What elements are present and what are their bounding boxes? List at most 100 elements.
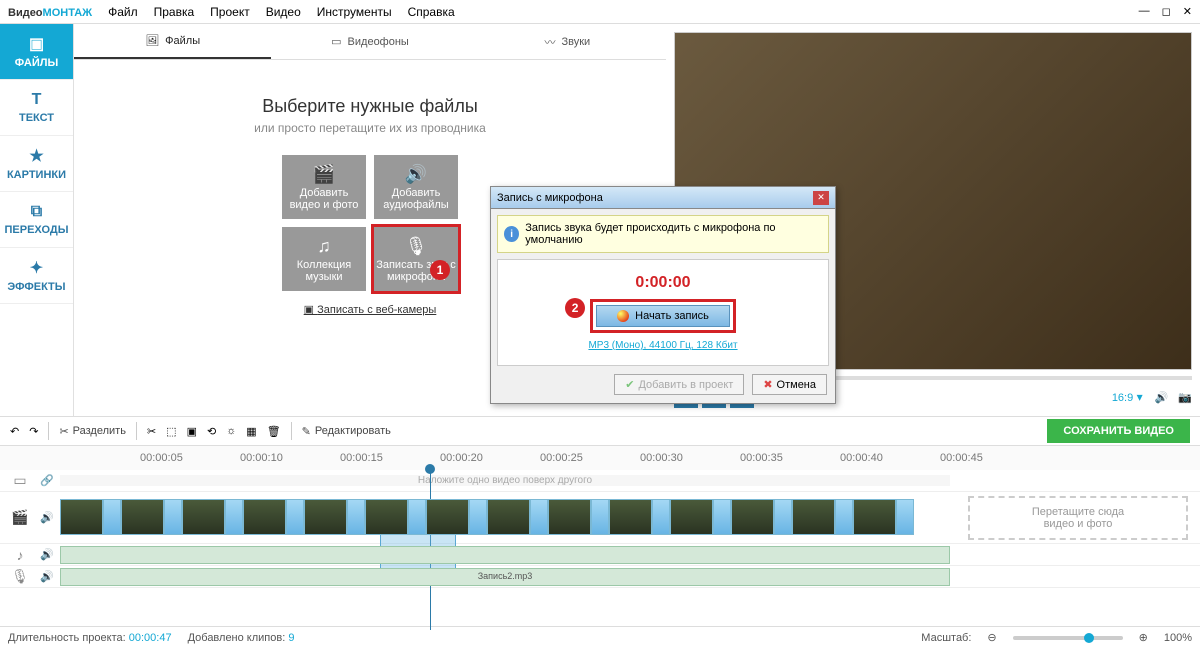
clip[interactable]: 2,0 — [60, 499, 103, 535]
timeline-ruler[interactable]: 00:00:05 00:00:10 00:00:15 00:00:20 00:0… — [0, 446, 1200, 470]
trash-icon[interactable]: 🗑 — [267, 425, 281, 438]
star-icon: ★ — [29, 146, 43, 166]
transition[interactable] — [835, 499, 853, 535]
split-button[interactable]: ✂Разделить — [59, 425, 126, 438]
overlay-drop-hint[interactable]: Наложите одно видео поверх другого — [60, 475, 950, 486]
menu-tools[interactable]: Инструменты — [317, 5, 392, 19]
clip[interactable]: 2,0 — [670, 499, 713, 535]
video-clips-track[interactable]: 2,0 2,0 2,0 2,0 2,0 2,0 2,0 2,0 2,0 2,0 … — [60, 499, 968, 537]
close-icon[interactable]: ✕ — [1183, 5, 1192, 18]
transition[interactable] — [530, 499, 548, 535]
video-drop-zone[interactable]: Перетащите сюдавидео и фото — [968, 496, 1188, 540]
record-mic-dialog: Запись с микрофона ✕ i Запись звука будет … — [490, 186, 836, 404]
clip[interactable]: 2,0 — [243, 499, 286, 535]
transition[interactable] — [164, 499, 182, 535]
menu-help[interactable]: Справка — [408, 5, 455, 19]
zoom-in-button[interactable]: ⊕ — [1139, 631, 1148, 644]
add-video-photo-tile[interactable]: 🎬Добавить видео и фото — [282, 155, 366, 219]
transition[interactable] — [408, 499, 426, 535]
clip[interactable]: 2,0 — [426, 499, 469, 535]
audio-clip[interactable] — [60, 546, 950, 564]
zoom-out-button[interactable]: ⊖ — [987, 631, 996, 644]
zoom-slider[interactable] — [1013, 636, 1123, 640]
step-badge-2: 2 — [565, 298, 585, 318]
choose-files-sub: или просто перетащите их из проводника — [254, 121, 486, 135]
clip[interactable]: 2,0 — [121, 499, 164, 535]
dialog-title: Запись с микрофона — [497, 192, 603, 204]
tab-sounds[interactable]: 〰Звуки — [469, 24, 666, 59]
wave-icon: 〰 — [544, 34, 555, 50]
rotate-icon[interactable]: ⟲ — [207, 425, 216, 438]
transition[interactable] — [347, 499, 365, 535]
clip[interactable]: 2,0 — [792, 499, 835, 535]
sidebar-effects[interactable]: ✦ЭФФЕКТЫ — [0, 248, 73, 304]
transition[interactable] — [225, 499, 243, 535]
clip[interactable]: 2,0 — [487, 499, 530, 535]
volume-icon[interactable]: 🔊 — [1155, 391, 1169, 404]
audio-track-icon: ♪ — [0, 547, 40, 563]
speaker-icon[interactable]: 🔊 — [40, 548, 60, 561]
overlay-track-icon: ▭ — [0, 472, 40, 489]
mic-clip[interactable]: Запись2.mp3 — [60, 568, 950, 586]
start-record-button[interactable]: Начать запись — [596, 305, 730, 327]
record-timer: 0:00:00 — [635, 274, 690, 292]
redo-icon[interactable]: ↷ — [29, 425, 38, 438]
clip[interactable]: 2,0 — [182, 499, 225, 535]
transition[interactable] — [286, 499, 304, 535]
crop-icon[interactable]: ⬚ — [166, 425, 176, 438]
tab-files[interactable]: 🖼Файлы — [74, 24, 271, 59]
undo-icon[interactable]: ↶ — [10, 425, 19, 438]
sidebar-files[interactable]: ▣ФАЙЛЫ — [0, 24, 73, 80]
cut-icon[interactable]: ✂ — [147, 425, 156, 438]
brightness-icon[interactable]: ☼ — [226, 425, 236, 437]
record-mic-tile[interactable]: 🎙Записать звук с микрофона — [374, 227, 458, 291]
music-collection-tile[interactable]: ♫Коллекция музыки — [282, 227, 366, 291]
dialog-info-text: Запись звука будет происходить с микрофо… — [525, 222, 822, 246]
transition[interactable] — [896, 499, 914, 535]
edit-button[interactable]: ✎Редактировать — [302, 425, 391, 438]
minimize-icon[interactable]: — — [1139, 5, 1150, 18]
speaker-icon[interactable]: 🔊 — [40, 570, 60, 583]
sidebar-pictures[interactable]: ★КАРТИНКИ — [0, 136, 73, 192]
clip[interactable]: 2,0 — [609, 499, 652, 535]
save-video-button[interactable]: СОХРАНИТЬ ВИДЕО — [1047, 419, 1190, 443]
text-icon: T — [32, 91, 42, 109]
grid-icon[interactable]: ▦ — [246, 425, 256, 438]
clip[interactable]: 2,0 — [853, 499, 896, 535]
dialog-close-button[interactable]: ✕ — [813, 191, 829, 205]
cancel-button[interactable]: ✖Отмена — [752, 374, 827, 395]
menu-edit[interactable]: Правка — [154, 5, 195, 19]
snapshot-icon[interactable]: 📷 — [1178, 391, 1192, 404]
clip[interactable]: 2,0 — [304, 499, 347, 535]
sidebar-transitions[interactable]: ⧉ПЕРЕХОДЫ — [0, 192, 73, 248]
transition[interactable] — [652, 499, 670, 535]
tab-backgrounds[interactable]: ▭Видеофоны — [271, 24, 468, 59]
speaker-icon[interactable]: 🔊 — [40, 511, 60, 524]
step-badge-1: 1 — [430, 260, 450, 280]
aspect-ratio[interactable]: 16:9 ▾ — [1112, 390, 1143, 404]
clip[interactable]: 2,0 — [548, 499, 591, 535]
transition[interactable] — [469, 499, 487, 535]
maximize-icon[interactable]: ◻ — [1162, 5, 1171, 18]
add-audio-tile[interactable]: 🔊Добавить аудиофайлы — [374, 155, 458, 219]
clip[interactable]: 2,0 — [365, 499, 408, 535]
frame-icon[interactable]: ▣ — [187, 425, 197, 438]
transition[interactable] — [103, 499, 121, 535]
format-link[interactable]: MP3 (Моно), 44100 Гц, 128 Кбит — [588, 340, 737, 351]
transition[interactable] — [591, 499, 609, 535]
clapper-icon: 🎬 — [313, 164, 335, 185]
menu-project[interactable]: Проект — [210, 5, 250, 19]
add-to-project-button[interactable]: ✔Добавить в проект — [614, 374, 744, 395]
clip[interactable]: 2,0 — [731, 499, 774, 535]
menu-video[interactable]: Видео — [266, 5, 301, 19]
link-icon[interactable]: 🔗 — [40, 474, 60, 487]
zoom-label: Масштаб: — [921, 632, 971, 644]
transition[interactable] — [774, 499, 792, 535]
transition[interactable] — [713, 499, 731, 535]
sidebar-text[interactable]: TТЕКСТ — [0, 80, 73, 136]
speaker-icon: 🔊 — [405, 164, 427, 185]
record-webcam-link[interactable]: ▣ Записать с веб-камеры — [304, 303, 437, 316]
menu-file[interactable]: Файл — [108, 5, 138, 19]
record-dot-icon — [617, 310, 629, 322]
info-icon: i — [504, 226, 519, 242]
